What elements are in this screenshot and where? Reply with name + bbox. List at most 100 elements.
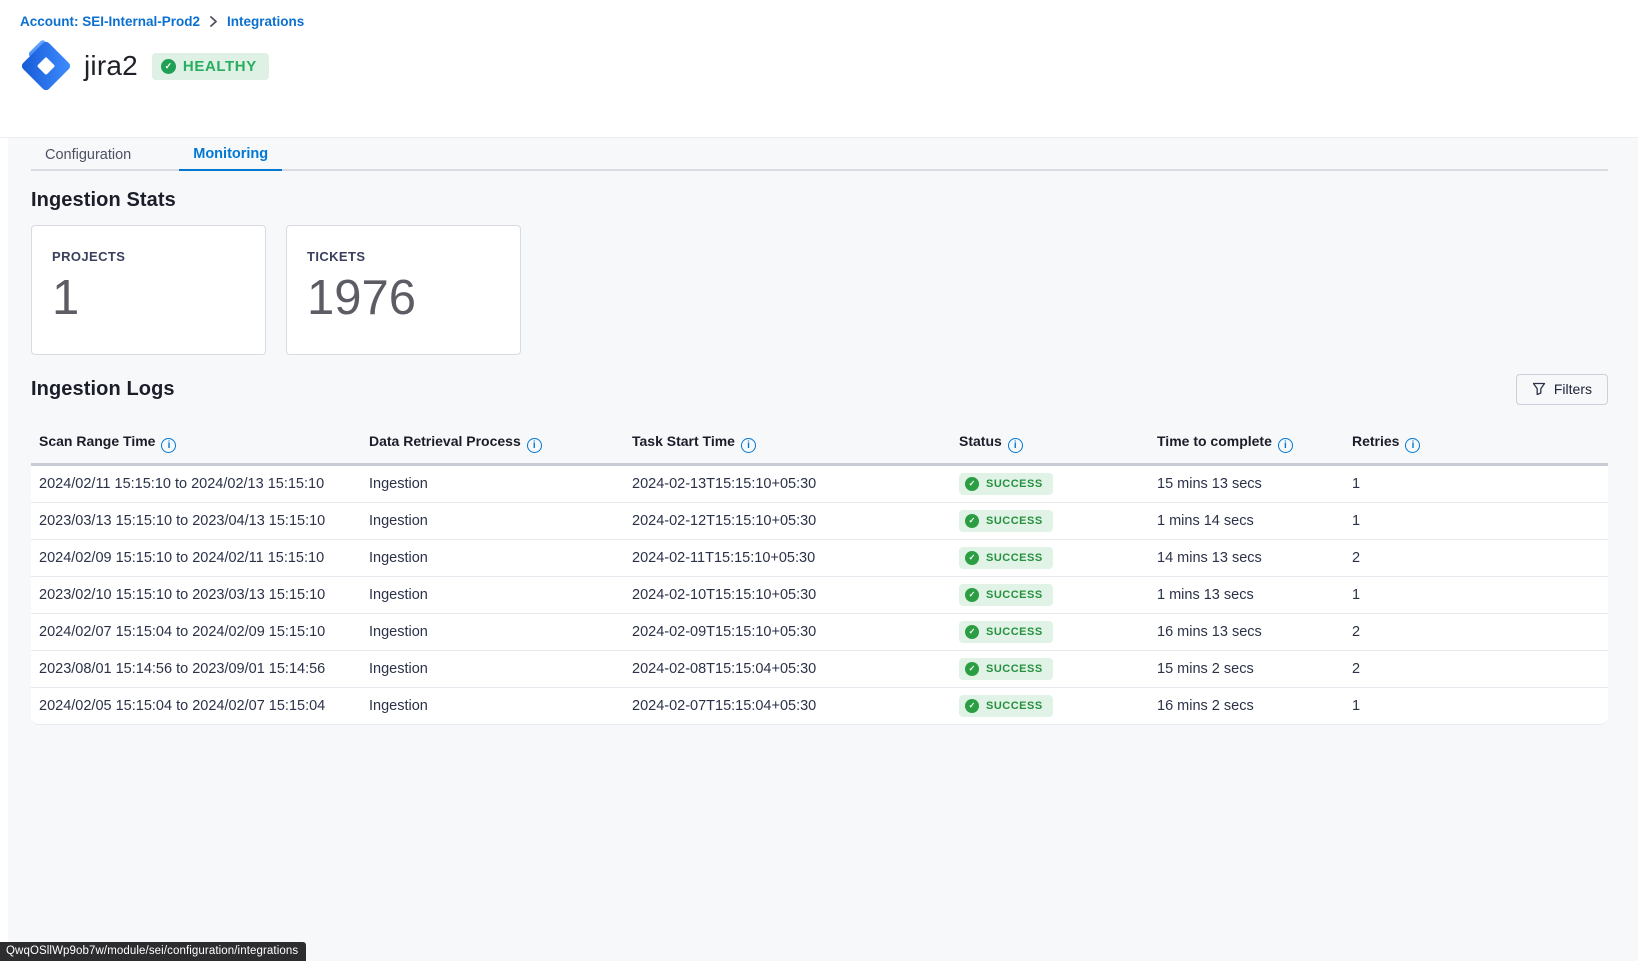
info-icon[interactable]: i [1278, 438, 1293, 453]
scan-range-cell: 2023/02/10 15:15:10 to 2023/03/13 15:15:… [31, 577, 361, 614]
tab-monitoring[interactable]: Monitoring [179, 138, 282, 171]
status-badge: ✓ SUCCESS [959, 473, 1053, 495]
logs-table-body: 2024/02/11 15:15:10 to 2024/02/13 15:15:… [31, 466, 1608, 725]
scan-range-cell: 2024/02/05 15:15:04 to 2024/02/07 15:15:… [31, 688, 361, 725]
retries-cell: 2 [1344, 651, 1608, 688]
tab-configuration[interactable]: Configuration [31, 138, 145, 171]
table-row: 2023/03/13 15:15:10 to 2023/04/13 15:15:… [31, 503, 1608, 540]
column-label: Scan Range Time [39, 433, 155, 449]
check-icon: ✓ [965, 477, 979, 491]
ingestion-stats-heading: Ingestion Stats [31, 188, 1608, 212]
ingestion-logs-header: Ingestion Logs Filters [31, 373, 1608, 405]
link-preview-status-bar: QwqOSllWp9ob7w/module/sei/configuration/… [0, 942, 306, 961]
breadcrumb: Account: SEI-Internal-Prod2 Integrations [20, 14, 1638, 29]
process-cell: Ingestion [361, 577, 624, 614]
health-badge: ✓ HEALTHY [152, 53, 269, 80]
status-label: SUCCESS [986, 589, 1043, 601]
task-start-cell: 2024-02-12T15:15:10+05:30 [624, 503, 951, 540]
process-cell: Ingestion [361, 651, 624, 688]
scan-range-cell: 2024/02/11 15:15:10 to 2024/02/13 15:15:… [31, 466, 361, 503]
time-complete-cell: 16 mins 2 secs [1149, 688, 1344, 725]
table-column-header: Time to complete i [1149, 425, 1344, 466]
table-row: 2023/02/10 15:15:10 to 2023/03/13 15:15:… [31, 577, 1608, 614]
retries-cell: 2 [1344, 614, 1608, 651]
scan-range-cell: 2024/02/09 15:15:10 to 2024/02/11 15:15:… [31, 540, 361, 577]
ingestion-logs-table: Scan Range TimeiData Retrieval ProcessiT… [31, 425, 1608, 725]
stat-label: TICKETS [307, 249, 500, 264]
task-start-cell: 2024-02-08T15:15:04+05:30 [624, 651, 951, 688]
task-start-cell: 2024-02-10T15:15:10+05:30 [624, 577, 951, 614]
stat-label: PROJECTS [52, 249, 245, 264]
status-cell: ✓ SUCCESS [951, 503, 1149, 540]
stat-card-tickets: TICKETS 1976 [286, 225, 521, 355]
status-label: SUCCESS [986, 663, 1043, 675]
check-icon: ✓ [161, 59, 176, 74]
filters-button[interactable]: Filters [1516, 374, 1608, 405]
status-label: SUCCESS [986, 626, 1043, 638]
status-badge: ✓ SUCCESS [959, 695, 1053, 717]
content-area: Configuration Monitoring Ingestion Stats… [8, 138, 1638, 961]
process-cell: Ingestion [361, 614, 624, 651]
stat-value: 1 [52, 273, 245, 324]
status-cell: ✓ SUCCESS [951, 614, 1149, 651]
check-icon: ✓ [965, 551, 979, 565]
task-start-cell: 2024-02-13T15:15:10+05:30 [624, 466, 951, 503]
stat-card-projects: PROJECTS 1 [31, 225, 266, 355]
status-label: SUCCESS [986, 552, 1043, 564]
scan-range-cell: 2024/02/07 15:15:04 to 2024/02/09 15:15:… [31, 614, 361, 651]
status-badge: ✓ SUCCESS [959, 658, 1053, 680]
chevron-right-icon [209, 16, 218, 27]
info-icon[interactable]: i [1008, 438, 1023, 453]
jira-logo-icon [18, 38, 74, 94]
retries-cell: 1 [1344, 503, 1608, 540]
info-icon[interactable]: i [527, 438, 542, 453]
table-header-row: Scan Range TimeiData Retrieval ProcessiT… [31, 425, 1608, 466]
process-cell: Ingestion [361, 688, 624, 725]
retries-cell: 1 [1344, 577, 1608, 614]
task-start-cell: 2024-02-11T15:15:10+05:30 [624, 540, 951, 577]
retries-cell: 2 [1344, 540, 1608, 577]
status-cell: ✓ SUCCESS [951, 540, 1149, 577]
ingestion-logs-heading: Ingestion Logs [31, 378, 175, 401]
task-start-cell: 2024-02-09T15:15:10+05:30 [624, 614, 951, 651]
process-cell: Ingestion [361, 503, 624, 540]
column-label: Data Retrieval Process [369, 433, 521, 449]
status-label: SUCCESS [986, 515, 1043, 527]
table-row: 2024/02/11 15:15:10 to 2024/02/13 15:15:… [31, 466, 1608, 503]
time-complete-cell: 14 mins 13 secs [1149, 540, 1344, 577]
time-complete-cell: 16 mins 13 secs [1149, 614, 1344, 651]
health-badge-label: HEALTHY [183, 58, 257, 75]
table-row: 2024/02/09 15:15:10 to 2024/02/11 15:15:… [31, 540, 1608, 577]
check-icon: ✓ [965, 588, 979, 602]
status-badge: ✓ SUCCESS [959, 584, 1053, 606]
funnel-icon [1532, 382, 1546, 396]
filters-button-label: Filters [1554, 381, 1592, 397]
status-label: SUCCESS [986, 478, 1043, 490]
check-icon: ✓ [965, 514, 979, 528]
retries-cell: 1 [1344, 688, 1608, 725]
time-complete-cell: 15 mins 2 secs [1149, 651, 1344, 688]
column-label: Retries [1352, 433, 1399, 449]
table-column-header: Data Retrieval Process i [361, 425, 624, 466]
process-cell: Ingestion [361, 466, 624, 503]
breadcrumb-account-link[interactable]: Account: SEI-Internal-Prod2 [20, 14, 200, 29]
column-label: Status [959, 433, 1002, 449]
status-cell: ✓ SUCCESS [951, 577, 1149, 614]
column-label: Time to complete [1157, 433, 1272, 449]
check-icon: ✓ [965, 699, 979, 713]
integration-name: jira2 [84, 50, 138, 82]
table-row: 2024/02/05 15:15:04 to 2024/02/07 15:15:… [31, 688, 1608, 725]
column-label: Task Start Time [632, 433, 735, 449]
tab-bar: Configuration Monitoring [31, 138, 1608, 171]
info-icon[interactable]: i [741, 438, 756, 453]
info-icon[interactable]: i [161, 438, 176, 453]
integration-title-row: jira2 ✓ HEALTHY [18, 38, 1638, 94]
status-cell: ✓ SUCCESS [951, 466, 1149, 503]
status-badge: ✓ SUCCESS [959, 621, 1053, 643]
table-row: 2024/02/07 15:15:04 to 2024/02/09 15:15:… [31, 614, 1608, 651]
info-icon[interactable]: i [1405, 438, 1420, 453]
time-complete-cell: 1 mins 14 secs [1149, 503, 1344, 540]
task-start-cell: 2024-02-07T15:15:04+05:30 [624, 688, 951, 725]
table-column-header: Retries i [1344, 425, 1608, 466]
breadcrumb-integrations-link[interactable]: Integrations [227, 14, 304, 29]
